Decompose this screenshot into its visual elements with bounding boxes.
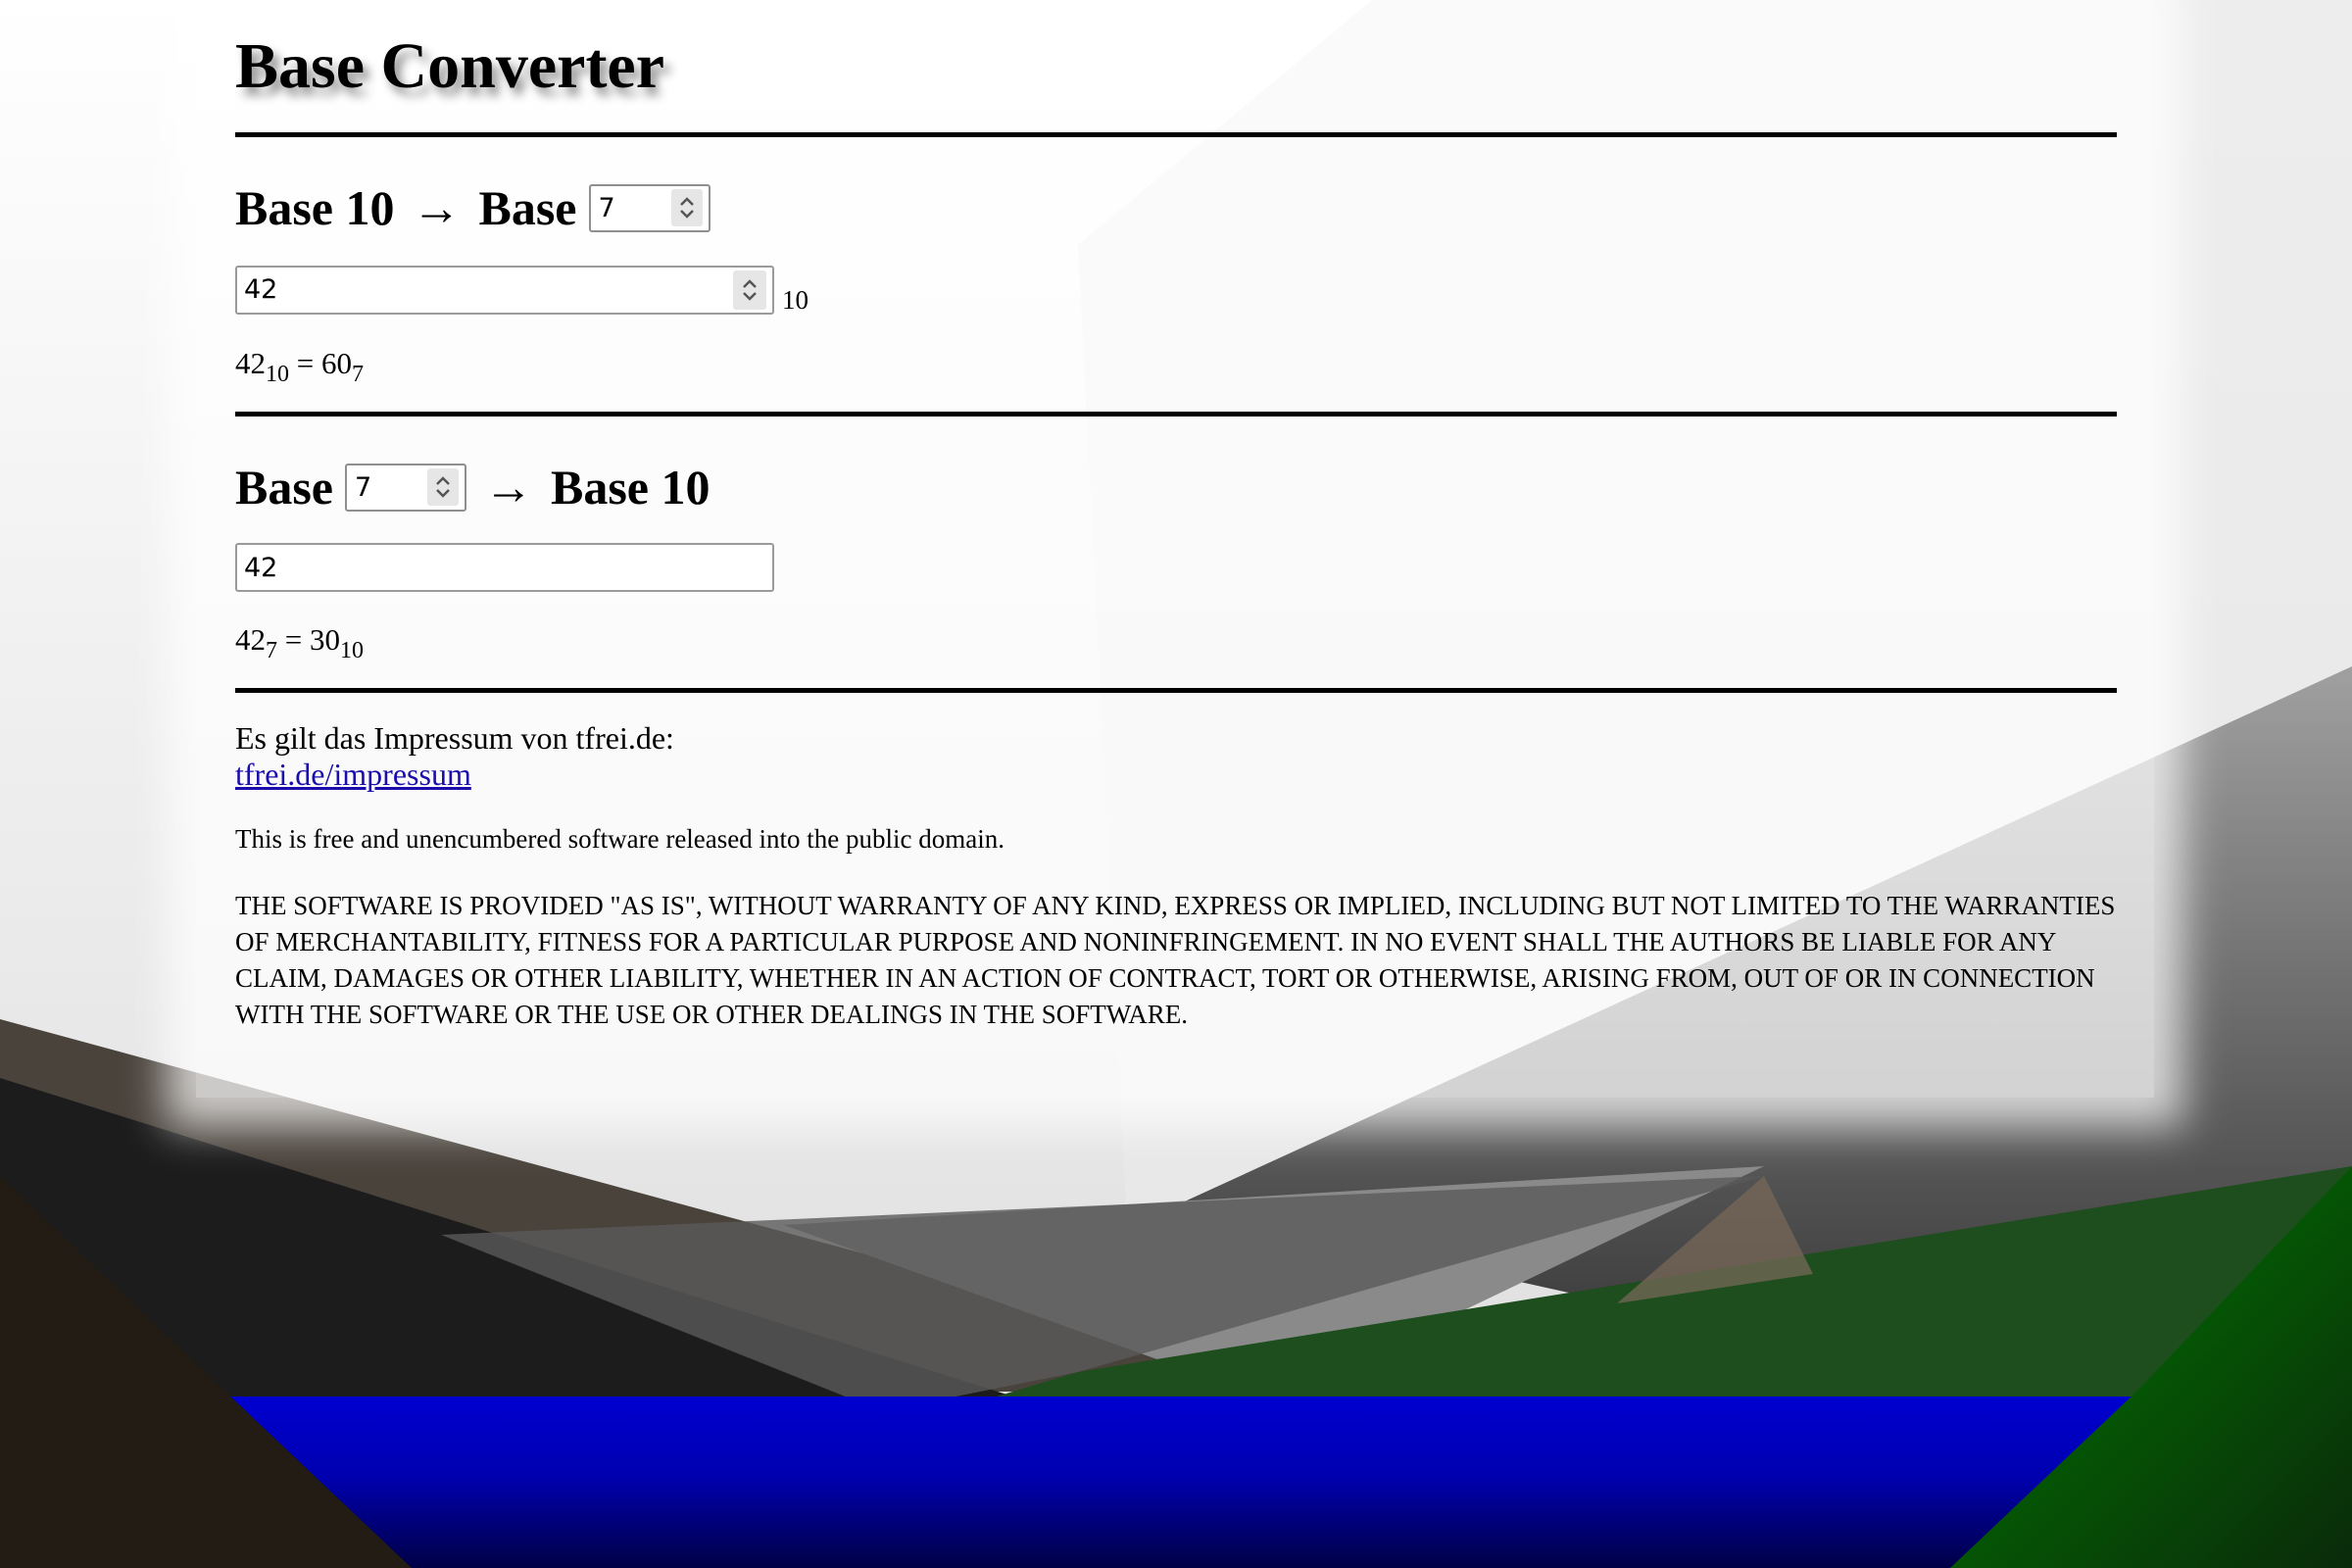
- result-input-base: 10: [266, 362, 289, 387]
- result-output-base: 10: [339, 638, 364, 663]
- to-base-heading: Base 10 → Base 7: [235, 178, 2117, 237]
- decimal-input-row: 42 10: [235, 264, 2117, 316]
- stepper-arrows-icon[interactable]: [733, 270, 766, 310]
- arrow-icon: →: [484, 460, 533, 514]
- arrow-icon: →: [412, 180, 462, 235]
- from-base-result: 427 = 3010: [235, 620, 2117, 663]
- decimal-input[interactable]: 42: [235, 265, 774, 315]
- to-base-heading-right: Base: [478, 180, 577, 235]
- base-n-input-value: 42: [244, 552, 278, 583]
- stepper-arrows-icon[interactable]: [427, 468, 459, 506]
- main-content: Base Converter Base 10 → Base 7 42 10 42…: [235, 0, 2117, 1033]
- to-base-heading-left: Base 10: [235, 180, 395, 235]
- result-output: 60: [320, 346, 352, 380]
- target-base-stepper[interactable]: 7: [588, 183, 710, 232]
- result-output-base: 7: [351, 362, 364, 387]
- impressum-text: Es gilt das Impressum von tfrei.de:: [235, 720, 674, 756]
- result-equals: =: [296, 346, 315, 380]
- result-output: 30: [309, 622, 340, 657]
- from-base-heading-right: Base 10: [551, 460, 710, 514]
- to-base-result: 4210 = 607: [235, 344, 2117, 386]
- impressum-link[interactable]: tfrei.de/impressum: [235, 757, 471, 792]
- from-base-heading-left: Base: [235, 460, 333, 514]
- target-base-value: 7: [598, 192, 615, 223]
- result-equals: =: [284, 622, 303, 657]
- decimal-input-value: 42: [244, 274, 278, 305]
- stepper-arrows-icon[interactable]: [670, 189, 703, 226]
- result-input: 42: [235, 622, 266, 657]
- impressum-block: Es gilt das Impressum von tfrei.de: tfre…: [235, 720, 2117, 793]
- divider: [235, 412, 2117, 416]
- license-intro: This is free and unencumbered software r…: [235, 824, 1004, 854]
- source-base-stepper[interactable]: 7: [345, 463, 466, 512]
- source-base-value: 7: [355, 471, 372, 503]
- from-base-heading: Base 7 → Base 10: [235, 458, 2117, 516]
- divider: [235, 688, 2117, 693]
- result-input: 42: [235, 346, 266, 380]
- result-input-base: 7: [266, 638, 277, 663]
- page-title: Base Converter: [235, 30, 665, 102]
- input-base-suffix: 10: [782, 285, 808, 315]
- base-n-input[interactable]: 42: [235, 543, 774, 592]
- license-warranty: THE SOFTWARE IS PROVIDED "AS IS", WITHOU…: [235, 891, 2116, 1029]
- divider: [235, 132, 2117, 137]
